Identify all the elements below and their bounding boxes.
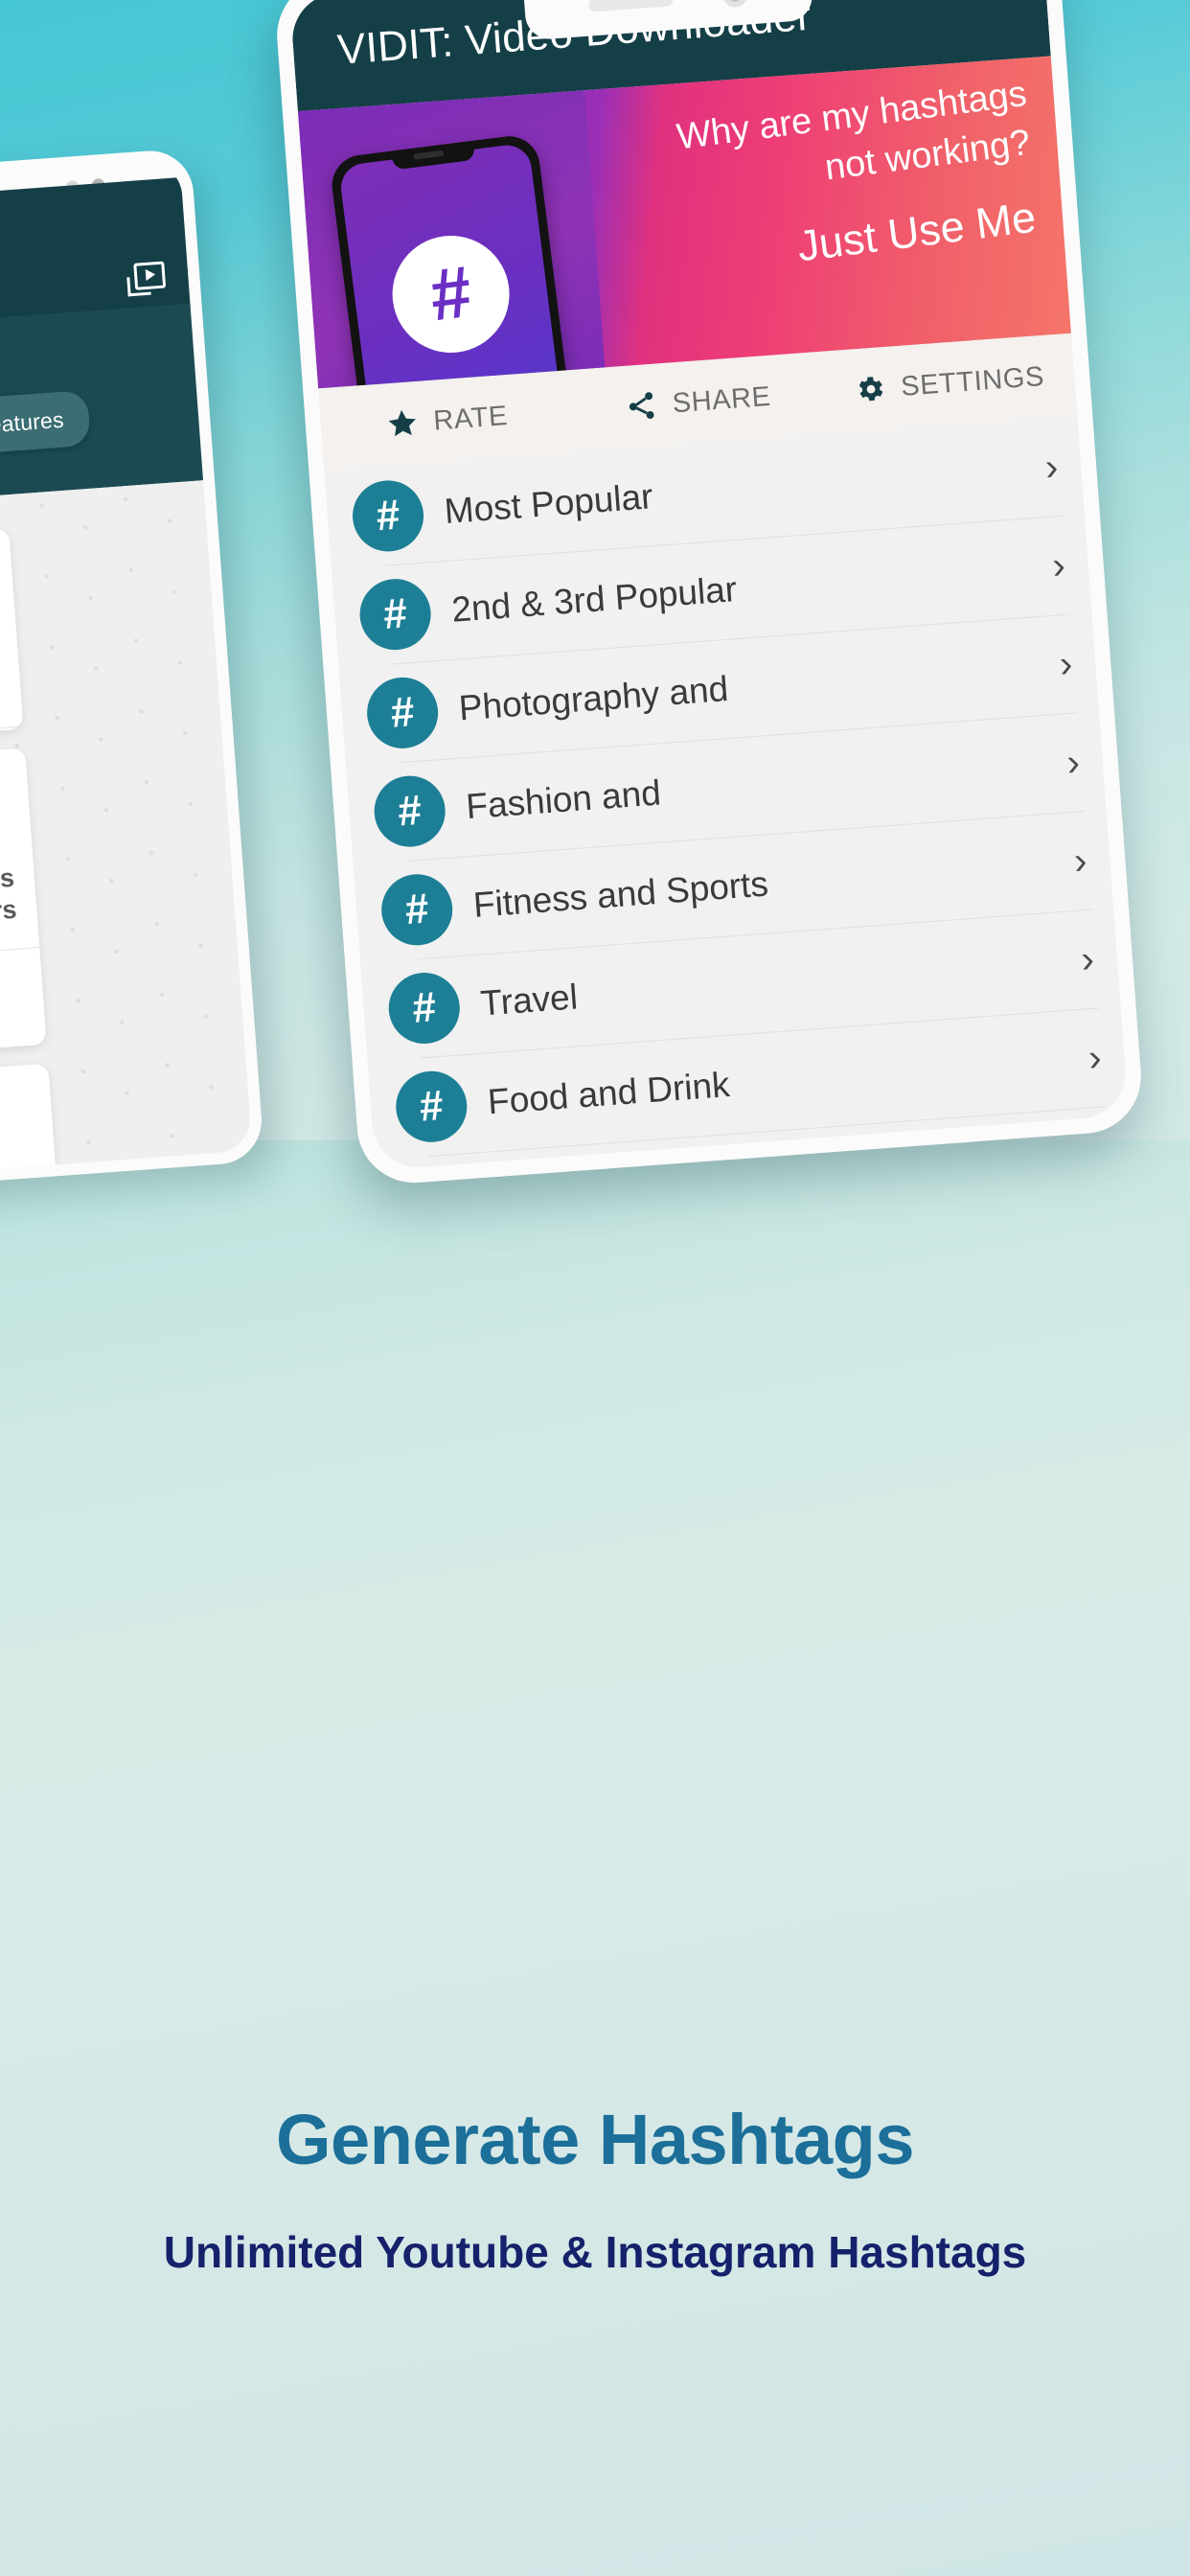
promo-caption: Generate Hashtags Unlimited Youtube & In… [0,2099,1190,2281]
front-camera-icon [721,0,749,9]
hashtag-category-list: # Most Popular › # 2nd & 3rd Popular › #… [324,415,1129,1171]
hashtag-badge-icon: # [378,871,455,948]
primary-phone-mockup: VIDIT: Video Downloader # Why are [272,0,1146,1187]
chevron-right-icon: › [1043,445,1060,489]
promo-screenshot: Extra Features Wallpaper Make It Your Li… [0,0,1190,2576]
rate-button[interactable]: RATE [320,395,573,446]
banner-phone-illustration: # [328,132,572,389]
video-library-icon[interactable] [126,261,167,297]
chevron-right-icon: › [1079,937,1096,981]
star-icon [388,409,416,437]
banner-hashtag-logo: # [385,228,516,360]
chevron-right-icon: › [1087,1035,1104,1079]
extra-features-label: Extra Features [0,406,65,442]
hashtag-badge-icon: # [350,477,426,554]
speaker-grille [588,0,674,12]
card-description: Tool that help [0,948,44,1027]
list-item-label: Most Popular [443,475,654,531]
hashtag-badge-icon: # [356,576,434,653]
settings-button[interactable]: SETTINGS [822,358,1075,409]
hashtag-badge-icon: # [386,969,463,1046]
card-title: Earn Money [0,1178,43,1182]
promo-banner[interactable]: # Why are my hashtags not working? Just … [297,56,1072,389]
primary-phone-screen: VIDIT: Video Downloader # Why are [289,0,1129,1171]
chevron-right-icon: › [1058,642,1074,685]
hashtag-badge-icon: # [393,1068,469,1144]
list-item-label: Photography and [457,668,730,727]
gear-icon [858,377,883,402]
card-title: Instagram Hashtags - likes and followers [0,862,18,942]
caption-subtitle: Unlimited Youtube & Instagram Hashtags [163,2227,1027,2277]
chevron-right-icon: › [1050,543,1067,587]
list-item-label: Travel [479,976,580,1024]
list-item-label: Food and Drink [486,1064,731,1121]
banner-text-block: Why are my hashtags not working? Just Us… [596,74,1039,284]
settings-label: SETTINGS [900,360,1045,402]
list-item-label: 2nd & 3rd Popular [449,568,739,630]
card-title: Wallpaper [0,673,7,724]
hash-glyph: # [425,250,476,337]
hashtag-badge-icon: # [372,772,448,849]
hashtag-badge-icon: # [400,1166,477,1171]
chevron-right-icon: › [1094,1134,1110,1171]
chevron-right-icon: › [1064,740,1082,784]
chevron-right-icon: › [1072,839,1088,883]
list-item-label: Fitness and Sports [471,862,770,925]
share-label: SHARE [671,380,772,419]
caption-title: Generate Hashtags [276,2100,915,2179]
hashtag-badge-icon: # [364,674,441,750]
list-item-label: Fashion and [464,771,663,826]
rate-label: RATE [432,400,510,437]
share-button[interactable]: SHARE [571,377,824,427]
share-icon [629,392,654,420]
